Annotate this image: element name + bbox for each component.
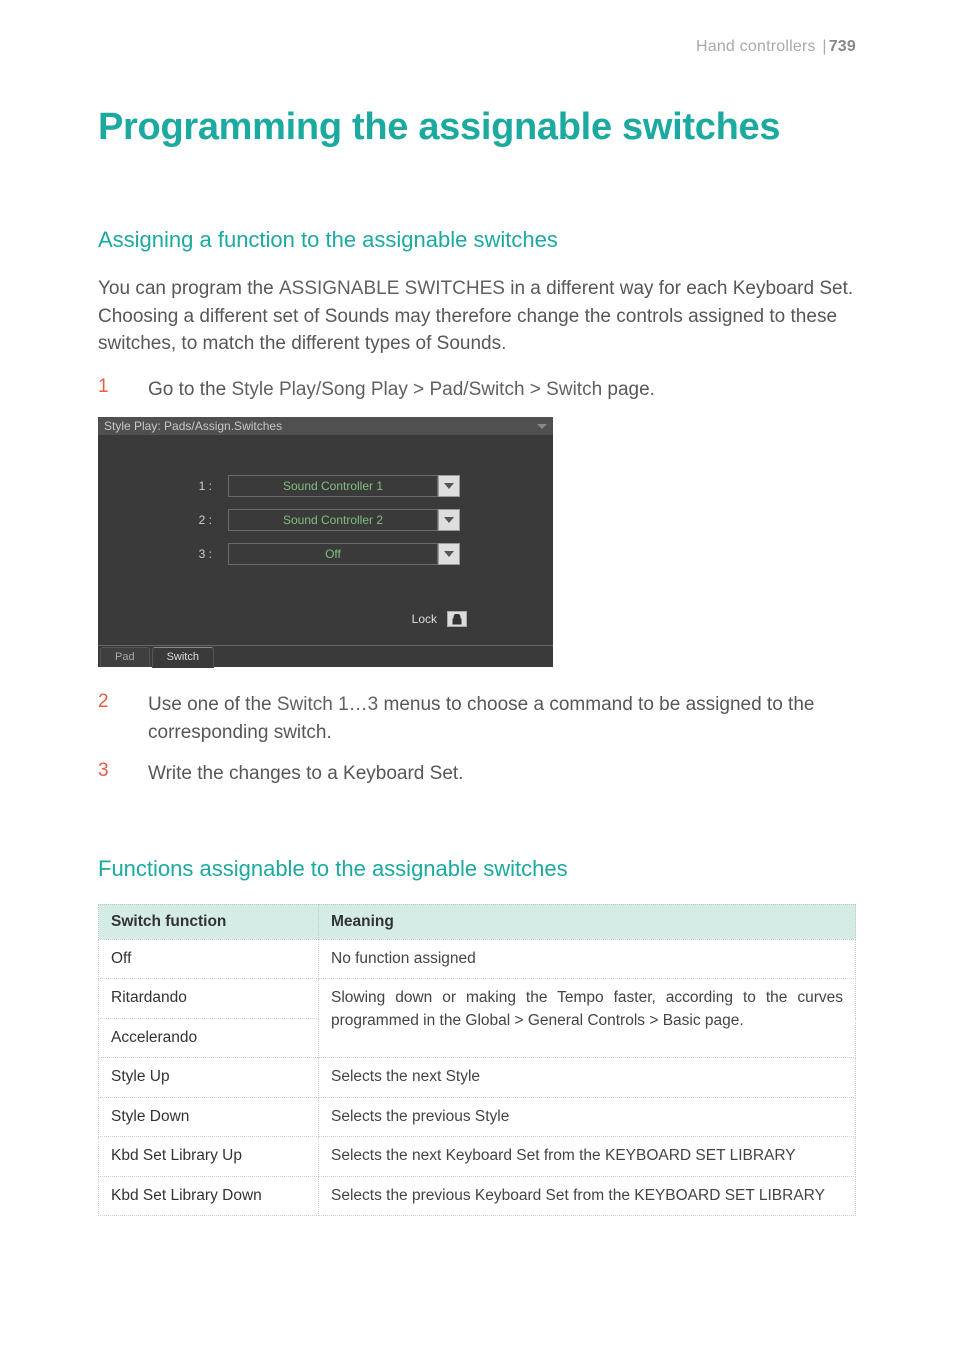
switch-value-1: Sound Controller 1 <box>228 475 438 497</box>
fn-name: Kbd Set Library Up <box>99 1137 319 1176</box>
table-row: Style Up Selects the next Style <box>99 1058 856 1097</box>
step1-pre: Go to the <box>148 379 231 400</box>
th-switch-function: Switch function <box>99 904 319 939</box>
th-meaning: Meaning <box>319 904 856 939</box>
dropdown-arrow-3[interactable] <box>438 543 460 565</box>
step1-post: page. <box>602 379 655 400</box>
ui-tabs: Pad Switch <box>98 645 553 667</box>
dropdown-arrow-1[interactable] <box>438 475 460 497</box>
switch-label-2: 2 : <box>182 513 212 527</box>
fn-meaning: Selects the next Style <box>319 1058 856 1097</box>
table-row: Off No function assigned <box>99 939 856 978</box>
chevron-down-icon <box>444 551 454 557</box>
functions-table: Switch function Meaning Off No function … <box>98 904 856 1216</box>
page-number: 739 <box>829 38 856 55</box>
step-text: Write the changes to a Keyboard Set. <box>148 760 463 788</box>
switch-row-3: 3 : Off <box>98 543 553 565</box>
step-number: 1 <box>98 376 148 404</box>
tab-pad[interactable]: Pad <box>100 647 150 667</box>
ui-titlebar: Style Play: Pads/Assign.Switches <box>98 417 553 435</box>
switch-dropdown-3[interactable]: Off <box>228 543 460 565</box>
step2-kw: Switch 1…3 <box>277 694 378 715</box>
section-heading-assign: Assigning a function to the assignable s… <box>98 227 856 253</box>
table-row: Kbd Set Library Down Selects the previou… <box>99 1176 856 1215</box>
step-number: 2 <box>98 691 148 746</box>
fn-name: Ritardando <box>99 979 319 1018</box>
step-text: Go to the Style Play/Song Play > Pad/Swi… <box>148 376 655 404</box>
device-screenshot: Style Play: Pads/Assign.Switches 1 : Sou… <box>98 417 553 667</box>
fn-meaning: Selects the previous Style <box>319 1097 856 1136</box>
lock-label: Lock <box>412 612 437 626</box>
header-separator: | <box>822 38 826 55</box>
fn-name: Style Up <box>99 1058 319 1097</box>
step-2: 2 Use one of the Switch 1…3 menus to cho… <box>98 691 856 746</box>
fn-name: Accelerando <box>99 1018 319 1057</box>
ui-body: 1 : Sound Controller 1 2 : Sound Control… <box>98 435 553 645</box>
intro-pre: You can program the <box>98 278 279 299</box>
page-header: Hand controllers |739 <box>98 38 856 56</box>
table-row: Kbd Set Library Up Selects the next Keyb… <box>99 1137 856 1176</box>
fn-meaning: Selects the next Keyboard Set from the K… <box>319 1137 856 1176</box>
table-row: Style Down Selects the previous Style <box>99 1097 856 1136</box>
chevron-down-icon <box>444 517 454 523</box>
fn-name: Off <box>99 939 319 978</box>
section-heading-functions: Functions assignable to the assignable s… <box>98 856 856 882</box>
step-number: 3 <box>98 760 148 788</box>
switch-value-3: Off <box>228 543 438 565</box>
fn-name: Kbd Set Library Down <box>99 1176 319 1215</box>
chevron-down-icon[interactable] <box>537 424 547 429</box>
fn-meaning: No function assigned <box>319 939 856 978</box>
intro-keyword: ASSIGNABLE SWITCHES <box>279 278 505 299</box>
intro-paragraph: You can program the ASSIGNABLE SWITCHES … <box>98 275 856 358</box>
step1-kw: Style Play/Song Play > Pad/Switch > Swit… <box>231 379 602 400</box>
header-section: Hand controllers <box>696 38 816 55</box>
lock-icon[interactable] <box>447 611 467 627</box>
switch-row-1: 1 : Sound Controller 1 <box>98 475 553 497</box>
fn-name: Style Down <box>99 1097 319 1136</box>
chevron-down-icon <box>444 483 454 489</box>
fn-meaning: Slowing down or making the Tempo faster,… <box>319 979 856 1058</box>
switch-dropdown-2[interactable]: Sound Controller 2 <box>228 509 460 531</box>
step2-pre: Use one of the <box>148 694 277 715</box>
switch-label-1: 1 : <box>182 479 212 493</box>
switch-dropdown-1[interactable]: Sound Controller 1 <box>228 475 460 497</box>
fn-meaning: Selects the previous Keyboard Set from t… <box>319 1176 856 1215</box>
dropdown-arrow-2[interactable] <box>438 509 460 531</box>
switch-row-2: 2 : Sound Controller 2 <box>98 509 553 531</box>
table-row: Ritardando Slowing down or making the Te… <box>99 979 856 1018</box>
switch-label-3: 3 : <box>182 547 212 561</box>
lock-control[interactable]: Lock <box>412 611 467 627</box>
step-text: Use one of the Switch 1…3 menus to choos… <box>148 691 856 746</box>
switch-value-2: Sound Controller 2 <box>228 509 438 531</box>
tab-switch[interactable]: Switch <box>152 647 214 668</box>
step-1: 1 Go to the Style Play/Song Play > Pad/S… <box>98 376 856 404</box>
ui-title-text: Style Play: Pads/Assign.Switches <box>104 419 282 433</box>
step3-pre: Write the changes to a Keyboard Set. <box>148 763 463 784</box>
page-title: Programming the assignable switches <box>98 106 856 149</box>
step-3: 3 Write the changes to a Keyboard Set. <box>98 760 856 788</box>
